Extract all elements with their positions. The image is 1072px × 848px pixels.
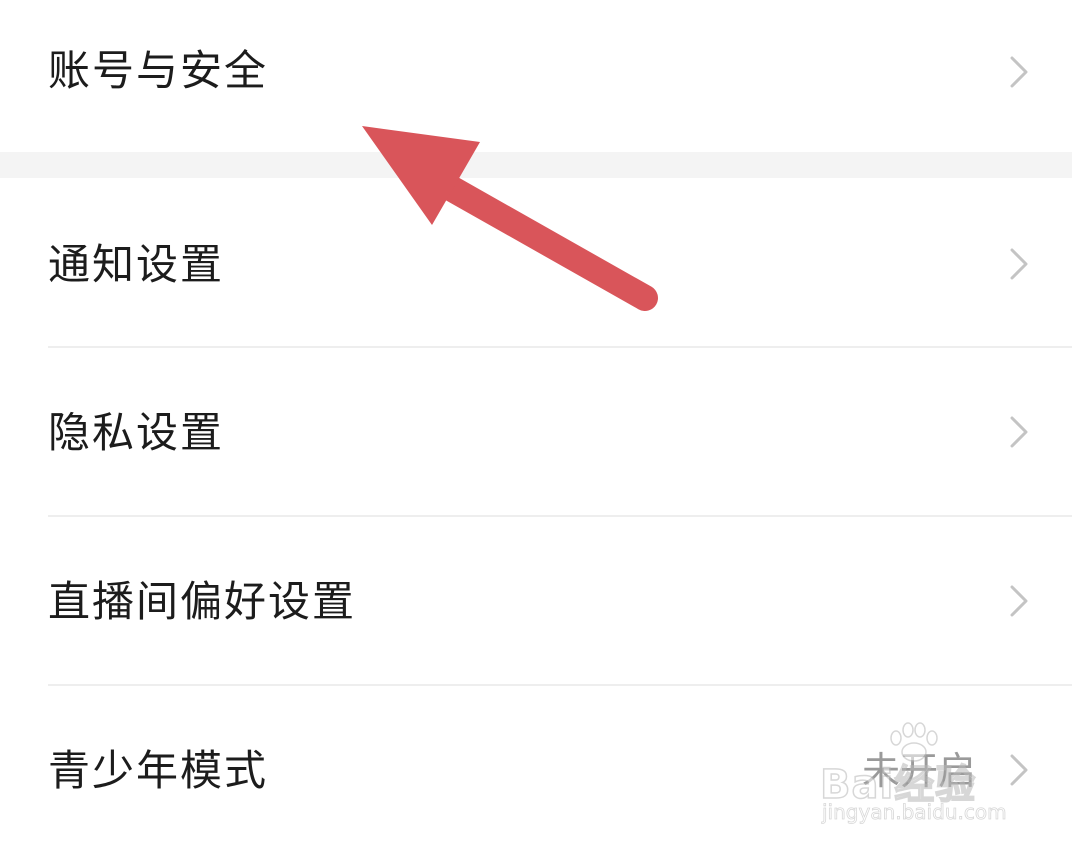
chevron-right-icon bbox=[1010, 56, 1028, 88]
settings-page: 账号与安全 通知设置 隐私设置 直播间偏好设置 青少年模式 未开启 Bai经验 … bbox=[0, 0, 1072, 848]
settings-item-label: 账号与安全 bbox=[48, 46, 269, 95]
settings-item-live-room-preferences[interactable]: 直播间偏好设置 bbox=[0, 517, 1072, 684]
settings-item-privacy[interactable]: 隐私设置 bbox=[0, 348, 1072, 515]
teen-mode-status: 未开启 bbox=[861, 749, 976, 793]
section-separator bbox=[0, 152, 1072, 178]
settings-item-account-security[interactable]: 账号与安全 bbox=[0, 0, 1072, 152]
chevron-right-icon bbox=[1010, 248, 1028, 280]
settings-item-teen-mode[interactable]: 青少年模式 未开启 bbox=[0, 686, 1072, 848]
chevron-right-icon bbox=[1010, 416, 1028, 448]
chevron-right-icon bbox=[1010, 585, 1028, 617]
settings-item-notifications[interactable]: 通知设置 bbox=[0, 178, 1072, 346]
chevron-right-icon bbox=[1010, 754, 1028, 786]
settings-item-label: 直播间偏好设置 bbox=[48, 577, 357, 626]
settings-item-label: 隐私设置 bbox=[48, 408, 225, 457]
settings-item-label: 通知设置 bbox=[48, 240, 225, 289]
settings-item-label: 青少年模式 bbox=[48, 746, 269, 795]
